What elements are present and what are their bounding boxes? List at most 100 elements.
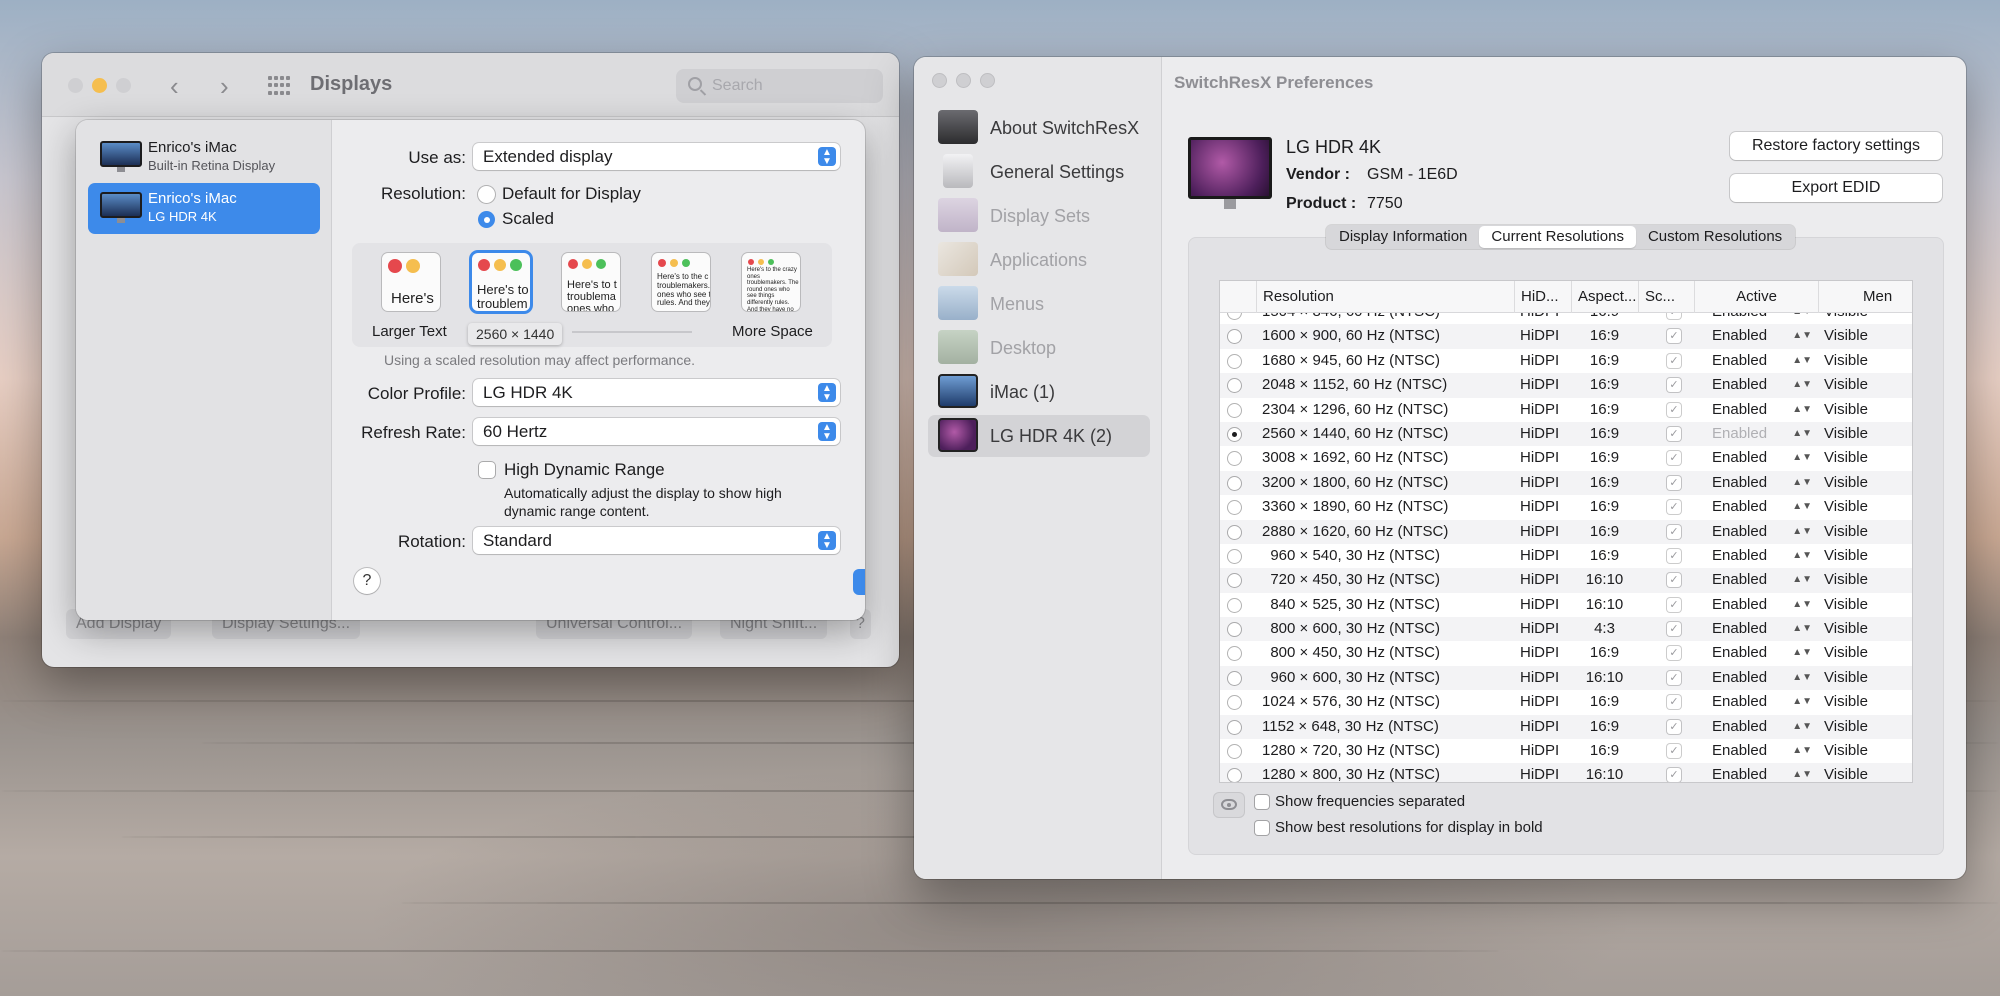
sidebar-item-desktop[interactable]: Desktop: [928, 327, 1150, 369]
checkmark-icon[interactable]: ✓: [1667, 402, 1681, 417]
row-select-radio[interactable]: [1228, 745, 1241, 759]
cell-menu[interactable]: Visible: [1824, 641, 1912, 665]
row-select-radio[interactable]: [1228, 549, 1241, 563]
refresh-rate-popup[interactable]: 60 Hertz ▲ ▼: [473, 418, 840, 445]
tab-display-information[interactable]: Display Information: [1327, 226, 1479, 248]
display-item-imac[interactable]: Enrico's iMac Built-in Retina Display: [88, 132, 320, 183]
scaled-option-4[interactable]: Here's to the c troublemakers. ones who …: [652, 253, 710, 311]
export-edid-button[interactable]: Export EDID: [1730, 174, 1942, 202]
table-row[interactable]: 3360 × 1890, 60 Hz (NTSC) HiDPI 16:9 ✓ Enabl…: [1220, 495, 1912, 519]
row-select-radio[interactable]: [1228, 330, 1241, 344]
cell-active-popup[interactable]: Enabled ▲▼: [1712, 617, 1818, 641]
cell-active-popup[interactable]: Enabled ▲▼: [1712, 690, 1818, 714]
table-row[interactable]: 1152 × 648, 30 Hz (NTSC) HiDPI 16:9 ✓ Enable…: [1220, 714, 1912, 740]
cell-active-popup[interactable]: Enabled ▲▼: [1712, 495, 1818, 519]
checkmark-icon[interactable]: ✓: [1667, 329, 1681, 344]
forward-arrow-icon[interactable]: ›: [220, 71, 229, 102]
table-row[interactable]: 2304 × 1296, 60 Hz (NTSC) HiDPI 16:9 ✓ Enabl…: [1220, 398, 1912, 422]
tab-current-resolutions[interactable]: Current Resolutions: [1479, 226, 1636, 248]
cell-active-popup[interactable]: Enabled ▲▼: [1712, 398, 1818, 422]
row-select-radio[interactable]: [1228, 427, 1241, 441]
column-scaled[interactable]: Sc...: [1638, 281, 1694, 313]
cell-menu[interactable]: Visible: [1824, 373, 1912, 397]
cell-active-popup[interactable]: Enabled ▲▼: [1712, 641, 1818, 665]
color-profile-popup[interactable]: LG HDR 4K ▲ ▼: [473, 379, 840, 406]
restore-factory-settings-button[interactable]: Restore factory settings: [1730, 132, 1942, 160]
sidebar-item-menus[interactable]: Menus: [928, 283, 1150, 325]
hdr-checkbox[interactable]: [479, 462, 495, 478]
cell-menu[interactable]: Visible: [1824, 422, 1912, 446]
cell-active-popup[interactable]: Enabled ▲▼: [1712, 666, 1818, 690]
checkmark-icon[interactable]: ✓: [1667, 768, 1681, 782]
column-aspect[interactable]: Aspect...: [1571, 281, 1638, 313]
minimize-button[interactable]: [956, 73, 971, 88]
cell-active-popup[interactable]: Enabled ▲▼: [1712, 324, 1818, 348]
row-select-radio[interactable]: [1228, 720, 1241, 734]
cell-active-popup[interactable]: Enabled ▲▼: [1712, 715, 1818, 739]
cell-menu[interactable]: Visible: [1824, 398, 1912, 422]
table-row[interactable]: 1024 × 576, 30 Hz (NTSC) HiDPI 16:9 ✓ Enable…: [1220, 690, 1912, 714]
show-best-bold-checkbox[interactable]: [1255, 821, 1269, 835]
cell-menu[interactable]: Visible: [1824, 313, 1912, 324]
table-row[interactable]: 1680 × 945, 60 Hz (NTSC) HiDPI 16:9 ✓ Enable…: [1220, 349, 1912, 373]
search-input[interactable]: [712, 75, 872, 97]
checkmark-icon[interactable]: ✓: [1667, 451, 1681, 466]
rotation-popup[interactable]: Standard ▲ ▼: [473, 527, 840, 554]
cell-active-popup[interactable]: Enabled ▲▼: [1712, 568, 1818, 592]
scaled-option-larger-text[interactable]: Here's: [382, 253, 440, 311]
back-arrow-icon[interactable]: ‹: [170, 71, 179, 102]
table-row[interactable]: 1600 × 900, 60 Hz (NTSC) HiDPI 16:9 ✓ Enable…: [1220, 324, 1912, 349]
table-row[interactable]: 1504 × 846, 60 Hz (NTSC) HiDPI16:9 ✓ Enable…: [1220, 313, 1912, 324]
cell-menu[interactable]: Visible: [1824, 715, 1912, 739]
row-select-radio[interactable]: [1228, 574, 1241, 588]
cell-menu[interactable]: Visible: [1824, 690, 1912, 714]
sidebar-item-general-settings[interactable]: General Settings: [928, 151, 1150, 193]
column-resolution[interactable]: Resolution: [1256, 281, 1514, 313]
search-field[interactable]: [676, 69, 883, 103]
table-row[interactable]: 720 × 450, 30 Hz (NTSC) HiDPI 16:10 ✓ Enable…: [1220, 568, 1912, 593]
cell-menu[interactable]: Visible: [1824, 349, 1912, 373]
cell-menu[interactable]: Visible: [1824, 544, 1912, 568]
table-row[interactable]: 2560 × 1440, 60 Hz (NTSC) HiDPI 16:9 ✓ Enabl…: [1220, 421, 1912, 447]
cell-menu[interactable]: Visible: [1824, 617, 1912, 641]
row-select-radio[interactable]: [1228, 313, 1241, 319]
table-row[interactable]: 3008 × 1692, 60 Hz (NTSC) HiDPI 16:9 ✓ Enabl…: [1220, 446, 1912, 470]
checkmark-icon[interactable]: ✓: [1667, 500, 1681, 515]
checkmark-icon[interactable]: ✓: [1667, 426, 1681, 441]
cell-active-popup[interactable]: Enabled ▲▼: [1712, 544, 1818, 568]
row-select-radio[interactable]: [1228, 769, 1241, 782]
row-select-radio[interactable]: [1228, 501, 1241, 515]
close-button[interactable]: [68, 78, 83, 93]
cell-active-popup[interactable]: Enabled ▲▼: [1712, 373, 1818, 397]
cell-menu[interactable]: Visible: [1824, 520, 1912, 544]
cell-menu[interactable]: Visible: [1824, 471, 1912, 495]
use-as-popup[interactable]: Extended display ▲ ▼: [473, 143, 840, 170]
cell-menu[interactable]: Visible: [1824, 666, 1912, 690]
cell-active-popup[interactable]: Enabled ▲▼: [1712, 349, 1818, 373]
row-select-radio[interactable]: [1228, 354, 1241, 368]
cell-active-popup[interactable]: Enabled ▲▼: [1712, 739, 1818, 763]
row-select-radio[interactable]: [1228, 476, 1241, 490]
checkmark-icon[interactable]: ✓: [1667, 670, 1681, 685]
row-select-radio[interactable]: [1228, 647, 1241, 661]
zoom-button[interactable]: [116, 78, 131, 93]
scaled-option-2[interactable]: Here's to troublem: [472, 253, 530, 311]
checkmark-icon[interactable]: ✓: [1667, 475, 1681, 490]
row-select-radio[interactable]: [1228, 696, 1241, 710]
table-row[interactable]: 1280 × 720, 30 Hz (NTSC) HiDPI 16:9 ✓ Enable…: [1220, 739, 1912, 763]
close-button[interactable]: [932, 73, 947, 88]
cell-menu[interactable]: Visible: [1824, 593, 1912, 617]
scaled-resolution-radio[interactable]: [478, 211, 495, 228]
minimize-button[interactable]: [92, 78, 107, 93]
column-menu[interactable]: Men: [1818, 281, 1912, 313]
row-select-radio[interactable]: [1228, 525, 1241, 539]
table-row[interactable]: 2048 × 1152, 60 Hz (NTSC) HiDPI 16:9 ✓ Enabl…: [1220, 373, 1912, 398]
table-row[interactable]: 1280 × 800, 30 Hz (NTSC) HiDPI 16:10 ✓ Enabl…: [1220, 763, 1912, 782]
scaled-option-3[interactable]: Here's to t troublema ones who: [562, 253, 620, 311]
checkmark-icon[interactable]: ✓: [1667, 744, 1681, 759]
checkmark-icon[interactable]: ✓: [1667, 597, 1681, 612]
cell-active-popup[interactable]: Enabled ▲▼: [1712, 471, 1818, 495]
cell-active-popup[interactable]: Enabled ▲▼: [1712, 446, 1818, 470]
cell-menu[interactable]: Visible: [1824, 324, 1912, 348]
tab-custom-resolutions[interactable]: Custom Resolutions: [1636, 226, 1794, 248]
